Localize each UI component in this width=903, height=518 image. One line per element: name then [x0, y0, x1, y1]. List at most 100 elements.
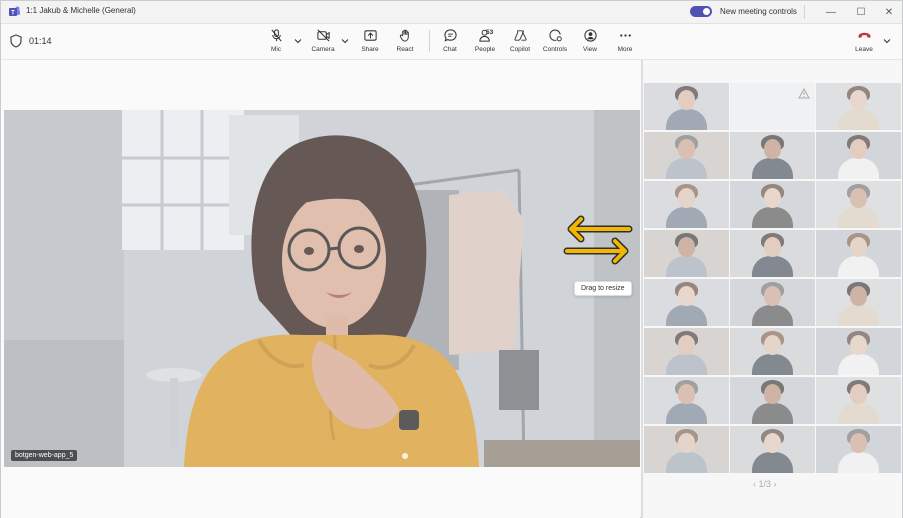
mic-options-chevron-icon[interactable] [293, 36, 303, 46]
participant-torso [666, 109, 707, 130]
view-button[interactable]: View [573, 27, 607, 57]
gallery-participant-tile[interactable] [644, 181, 729, 228]
gallery-participant-tile[interactable] [816, 279, 901, 326]
main-stage: botgen-web-app_5 [1, 60, 640, 518]
gallery-participant-tile[interactable] [644, 83, 729, 130]
view-avatar-icon [583, 29, 597, 42]
participant-torso [666, 207, 707, 228]
gallery-participant-tile[interactable] [644, 279, 729, 326]
title-bar-divider [804, 5, 805, 19]
share-button[interactable]: Share [353, 27, 387, 57]
participant-video-image [4, 110, 640, 467]
react-label: React [396, 46, 414, 53]
participant-torso [666, 305, 707, 326]
participant-torso [838, 354, 879, 375]
gallery-participant-tile[interactable] [730, 377, 815, 424]
camera-off-icon [316, 29, 330, 42]
new-meeting-controls-toggle[interactable] [690, 6, 712, 17]
next-page-icon[interactable]: › [774, 479, 777, 489]
gallery-participant-tile[interactable] [644, 132, 729, 179]
meeting-toolbar: 01:14 Mic Camera Share React Chat 53 Peo… [1, 24, 902, 60]
gallery-participant-tile[interactable] [730, 132, 815, 179]
gallery-participant-tile[interactable] [816, 230, 901, 277]
gallery-participant-tile[interactable] [816, 181, 901, 228]
prev-page-icon[interactable]: ‹ [753, 479, 756, 489]
warning-icon [798, 88, 810, 99]
participant-face [678, 237, 695, 257]
people-button[interactable]: 53 People [468, 27, 502, 57]
main-video-feed[interactable]: botgen-web-app_5 [4, 110, 640, 467]
page-indicator: 1/3 [758, 479, 772, 489]
participant-face [850, 139, 867, 159]
participant-gallery [643, 60, 902, 518]
gallery-participant-tile[interactable] [644, 377, 729, 424]
gallery-participant-tile[interactable] [816, 132, 901, 179]
participant-face [764, 335, 781, 355]
participant-torso [838, 109, 879, 130]
participant-torso [838, 403, 879, 424]
gallery-participant-tile[interactable] [816, 328, 901, 375]
hang-up-icon [857, 32, 871, 38]
controls-button[interactable]: Controls [538, 27, 572, 57]
more-ellipsis-icon [619, 34, 631, 37]
gallery-participant-tile[interactable] [816, 377, 901, 424]
gallery-participant-tile[interactable] [816, 426, 901, 473]
participant-face [678, 286, 695, 306]
participant-torso [666, 158, 707, 179]
mic-off-icon [270, 29, 282, 42]
leave-options-chevron-icon[interactable] [882, 36, 892, 46]
chat-button[interactable]: Chat [433, 27, 467, 57]
gallery-participant-tile[interactable] [644, 230, 729, 277]
more-button[interactable]: More [608, 27, 642, 57]
svg-text:T: T [11, 10, 15, 16]
gallery-participant-tile[interactable] [730, 426, 815, 473]
gallery-grid [644, 83, 901, 473]
participant-face [850, 237, 867, 257]
gallery-participant-tile[interactable] [730, 279, 815, 326]
maximize-button[interactable]: ☐ [849, 3, 873, 21]
participant-face [678, 384, 695, 404]
participant-torso [838, 256, 879, 277]
copilot-label: Copilot [509, 46, 531, 53]
participant-torso [838, 452, 879, 473]
window-title: 1:1 Jakub & Michelle (General) [26, 6, 136, 15]
gallery-participant-tile[interactable] [730, 230, 815, 277]
share-label: Share [361, 46, 379, 53]
copilot-button[interactable]: Copilot [503, 27, 537, 57]
participant-torso [666, 403, 707, 424]
participant-torso [752, 158, 793, 179]
participant-face [850, 384, 867, 404]
resize-arrows-icon [563, 215, 633, 265]
participant-face [764, 433, 781, 453]
participant-torso [752, 354, 793, 375]
camera-button[interactable]: Camera [306, 27, 340, 57]
mic-button[interactable]: Mic [259, 27, 293, 57]
participant-torso [838, 305, 879, 326]
camera-options-chevron-icon[interactable] [340, 36, 350, 46]
participant-face [678, 139, 695, 159]
toolbar-divider [429, 30, 430, 52]
meeting-window: T 1:1 Jakub & Michelle (General) New mee… [0, 0, 903, 518]
gallery-participant-tile[interactable] [730, 181, 815, 228]
gallery-participant-tile[interactable] [644, 426, 729, 473]
participant-face [678, 335, 695, 355]
leave-button[interactable]: Leave [847, 27, 881, 57]
gallery-participant-tile[interactable] [730, 328, 815, 375]
close-window-button[interactable]: ✕ [877, 3, 901, 21]
minimize-button[interactable]: — [819, 3, 843, 21]
participant-torso [752, 452, 793, 473]
react-button[interactable]: React [388, 27, 422, 57]
gallery-participant-tile[interactable] [644, 328, 729, 375]
participant-torso [666, 452, 707, 473]
more-label: More [617, 46, 633, 53]
participant-torso [752, 256, 793, 277]
share-icon [363, 30, 377, 41]
new-meeting-controls-label: New meeting controls [720, 7, 797, 16]
participant-face [678, 90, 695, 110]
gallery-participant-tile[interactable] [816, 83, 901, 130]
gallery-pager[interactable]: ‹ 1/3 › [753, 479, 777, 489]
teams-logo-icon: T [9, 6, 20, 16]
participant-torso [838, 158, 879, 179]
copilot-icon [513, 30, 527, 41]
participant-face [764, 237, 781, 257]
